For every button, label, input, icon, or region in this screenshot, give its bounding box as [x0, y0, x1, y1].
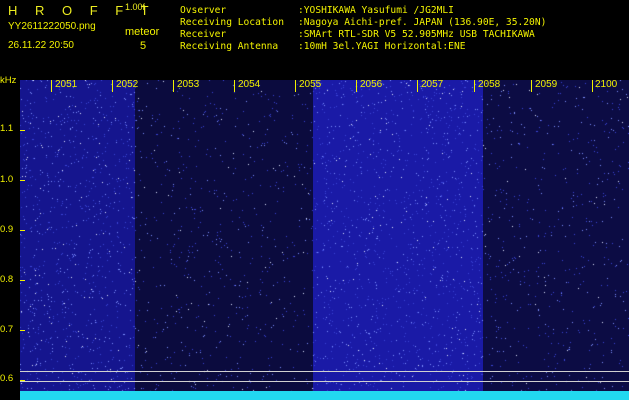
spectrogram-plot	[20, 80, 629, 400]
y-tick	[20, 330, 25, 331]
y-axis: kHz 1.1 1.0 0.9 0.8 0.7 0.6	[0, 76, 20, 400]
x-tick-label: 2059	[535, 79, 558, 90]
y-tick-label: 1.0	[0, 174, 14, 185]
y-tick	[20, 130, 25, 131]
date-time: 26.11.22 20:50	[8, 40, 74, 51]
info-observer: Ovserver:YOSHIKAWA Yasufumi /JG2MLI	[180, 5, 454, 16]
x-tick	[112, 80, 113, 92]
x-tick-label: 2100	[595, 79, 618, 90]
event-count: 5	[140, 40, 147, 52]
header-panel: H R O F F T 1.00f YY2611222050.png 26.11…	[0, 0, 629, 76]
signal-baseline	[20, 391, 629, 400]
info-antenna: Receiving Antenna:10mH 3el.YAGI Horizont…	[180, 41, 466, 52]
info-receiver: Receiver:SMArt RTL-SDR V5 52.905MHz USB …	[180, 29, 535, 40]
x-tick-label: 2055	[299, 79, 322, 90]
x-tick-label: 2052	[116, 79, 139, 90]
x-tick	[417, 80, 418, 92]
event-kind-label: meteor	[125, 26, 160, 38]
x-tick-label: 2051	[55, 79, 78, 90]
y-tick-label: 1.1	[0, 123, 14, 134]
file-name: YY2611222050.png	[8, 21, 96, 32]
y-tick	[20, 280, 25, 281]
x-tick	[474, 80, 475, 92]
y-axis-unit: kHz	[0, 75, 17, 86]
noise-overlay	[20, 80, 629, 400]
y-tick-label: 0.9	[0, 224, 14, 235]
app-version: 1.00f	[125, 2, 146, 12]
threshold-line	[20, 371, 629, 372]
x-tick	[173, 80, 174, 92]
x-tick	[356, 80, 357, 92]
x-tick-label: 2057	[421, 79, 444, 90]
y-tick-label: 0.8	[0, 274, 14, 285]
x-tick	[531, 80, 532, 92]
threshold-line	[20, 381, 629, 382]
x-tick-label: 2056	[360, 79, 383, 90]
y-tick	[20, 380, 25, 381]
x-tick-label: 2054	[238, 79, 261, 90]
y-tick-label: 0.6	[0, 373, 14, 384]
x-tick	[295, 80, 296, 92]
x-tick	[234, 80, 235, 92]
x-tick-label: 2053	[177, 79, 200, 90]
y-tick	[20, 230, 25, 231]
info-location: Receiving Location:Nagoya Aichi-pref. JA…	[180, 17, 547, 28]
x-tick-label: 2058	[478, 79, 501, 90]
x-tick	[592, 80, 593, 92]
y-tick-label: 0.7	[0, 324, 14, 335]
y-tick	[20, 180, 25, 181]
x-tick	[51, 80, 52, 92]
